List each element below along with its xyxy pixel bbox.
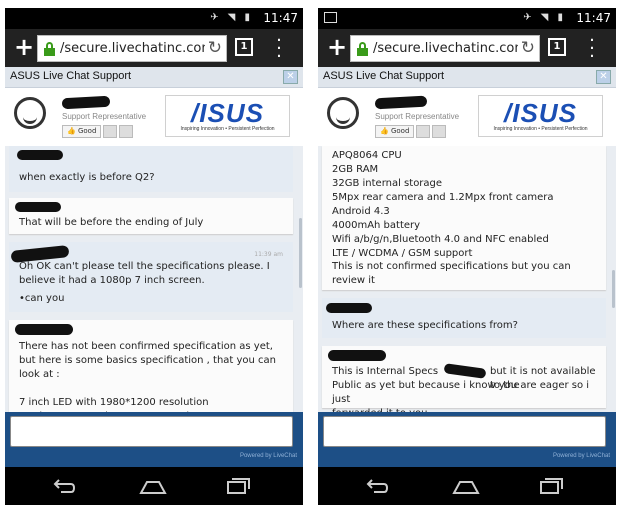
rate-good-button[interactable]: 👍 Good (375, 125, 415, 138)
android-nav-bar (5, 467, 303, 505)
home-icon[interactable] (139, 480, 167, 494)
message-text: There has not been confirmed specificati… (19, 341, 277, 412)
message-text-3: Public as yet but because i know you are… (332, 380, 590, 412)
sender-redacted (17, 150, 63, 160)
chat-input-area: Powered by LiveChat (5, 412, 303, 467)
rating-controls: 👍 Good (375, 125, 447, 144)
message-text: when exactly is before Q2? (19, 172, 155, 183)
signal-icons: ✈ ◥ ▮ (210, 12, 253, 23)
message-agent: 11:39 am Oh OK can't please tell the spe… (9, 242, 293, 312)
message-input[interactable] (10, 416, 293, 447)
browser-toolbar: + /secure.livechatinc.com/l ↻ 1 ··· (318, 29, 616, 67)
overflow-menu-icon[interactable]: · · · (271, 32, 287, 66)
message-agent: when exactly is before Q2? (9, 146, 293, 192)
comment-button[interactable] (119, 125, 134, 138)
phone-screen-left: ✈ ◥ ▮ 11:47 + /secure.livechatinc.com/l … (5, 8, 303, 505)
message-agent: Where are these specifications from? (322, 298, 606, 338)
agent-role: Support Representative (62, 112, 147, 121)
agent-panel: Support Representative 👍 Good /ISUS Insp… (318, 88, 616, 146)
overflow-menu-icon[interactable]: · · · (584, 32, 600, 66)
close-button[interactable]: ✕ (283, 70, 298, 84)
status-bar: ✈ ◥ ▮ 11:47 (318, 8, 616, 29)
recent-apps-icon[interactable] (227, 478, 251, 494)
chat-title: ASUS Live Chat Support (10, 70, 132, 82)
sender-redacted (15, 202, 61, 212)
message-text: Oh OK can't please tell the specificatio… (19, 261, 270, 286)
rate-good-button[interactable]: 👍 Good (62, 125, 102, 138)
url-text: /secure.livechatinc.com/l (60, 41, 205, 56)
tabs-button[interactable]: 1 (235, 38, 253, 56)
rating-controls: 👍 Good (62, 125, 134, 144)
powered-by: Powered by LiveChat (239, 453, 297, 459)
status-time: 11:47 (263, 11, 298, 25)
logo-word: /ISUS (504, 98, 577, 128)
lock-icon (44, 42, 55, 56)
comment-button[interactable] (432, 125, 447, 138)
status-time: 11:47 (576, 11, 611, 25)
reload-icon[interactable]: ↻ (208, 38, 222, 58)
chat-title: ASUS Live Chat Support (323, 70, 445, 82)
chat-header: ASUS Live Chat Support ✕ (5, 67, 303, 88)
agent-name-redacted (374, 95, 428, 110)
new-tab-button[interactable]: + (11, 32, 37, 62)
message-visitor: This is Internal Specs but it is not ava… (322, 346, 606, 412)
message-visitor: There has not been confirmed specificati… (9, 320, 293, 412)
message-text: Where are these specifications from? (332, 320, 518, 331)
home-icon[interactable] (452, 480, 480, 494)
rate-bad-button[interactable] (416, 125, 431, 138)
powered-by: Powered by LiveChat (552, 453, 610, 459)
reload-icon[interactable]: ↻ (521, 38, 535, 58)
rate-bad-button[interactable] (103, 125, 118, 138)
asus-logo: /ISUS Inspiring Innovation • Persistent … (478, 95, 603, 137)
back-icon[interactable] (366, 479, 388, 493)
signal-icons: ✈ ◥ ▮ (523, 12, 566, 23)
scrollbar[interactable] (612, 146, 615, 412)
back-icon[interactable] (53, 479, 75, 493)
scrollbar-thumb[interactable] (299, 218, 302, 288)
name-redacted-inline (443, 363, 487, 379)
sender-redacted (326, 303, 372, 313)
message-input[interactable] (323, 416, 606, 447)
status-bar: ✈ ◥ ▮ 11:47 (5, 8, 303, 29)
asus-logo: /ISUS Inspiring Innovation • Persistent … (165, 95, 290, 137)
sender-redacted (15, 324, 73, 335)
agent-name-redacted (61, 95, 111, 110)
url-field[interactable]: /secure.livechatinc.com/l ↻ (350, 35, 540, 62)
agent-avatar-icon (327, 97, 359, 129)
url-text: /secure.livechatinc.com/l (373, 41, 518, 56)
chat-input-area: Powered by LiveChat (318, 412, 616, 467)
recent-apps-icon[interactable] (540, 478, 564, 494)
message-list[interactable]: when exactly is before Q2? That will be … (5, 146, 303, 412)
url-field[interactable]: /secure.livechatinc.com/l ↻ (37, 35, 227, 62)
logo-slogan: Inspiring Innovation • Persistent Perfec… (493, 126, 588, 132)
message-text: APQ8064 CPU 2GB RAM 32GB internal storag… (332, 150, 554, 259)
message-text: That will be before the ending of July (19, 217, 204, 228)
agent-panel: Support Representative 👍 Good /ISUS Insp… (5, 88, 303, 146)
android-nav-bar (318, 467, 616, 505)
gallery-notification-icon (324, 12, 337, 23)
browser-toolbar: + /secure.livechatinc.com/l ↻ 1 ··· (5, 29, 303, 67)
close-button[interactable]: ✕ (596, 70, 611, 84)
logo-slogan: Inspiring Innovation • Persistent Perfec… (180, 126, 275, 132)
message-text-2: •can you (19, 293, 65, 304)
message-list[interactable]: APQ8064 CPU 2GB RAM 32GB internal storag… (318, 146, 616, 412)
lock-icon (357, 42, 368, 56)
agent-role: Support Representative (375, 112, 460, 121)
sender-redacted (328, 350, 386, 361)
scrollbar-thumb[interactable] (612, 270, 615, 308)
agent-avatar-icon (14, 97, 46, 129)
message-text: This is Internal Specs (332, 366, 439, 377)
phone-screen-right: ✈ ◥ ▮ 11:47 + /secure.livechatinc.com/l … (318, 8, 616, 505)
message-visitor: That will be before the ending of July (9, 198, 293, 234)
message-visitor: APQ8064 CPU 2GB RAM 32GB internal storag… (322, 146, 606, 290)
scrollbar[interactable] (299, 146, 302, 412)
new-tab-button[interactable]: + (324, 32, 350, 62)
tabs-button[interactable]: 1 (548, 38, 566, 56)
logo-word: /ISUS (191, 98, 264, 128)
message-text-2: This is not confirmed specifications but… (332, 261, 571, 286)
chat-header: ASUS Live Chat Support ✕ (318, 67, 616, 88)
